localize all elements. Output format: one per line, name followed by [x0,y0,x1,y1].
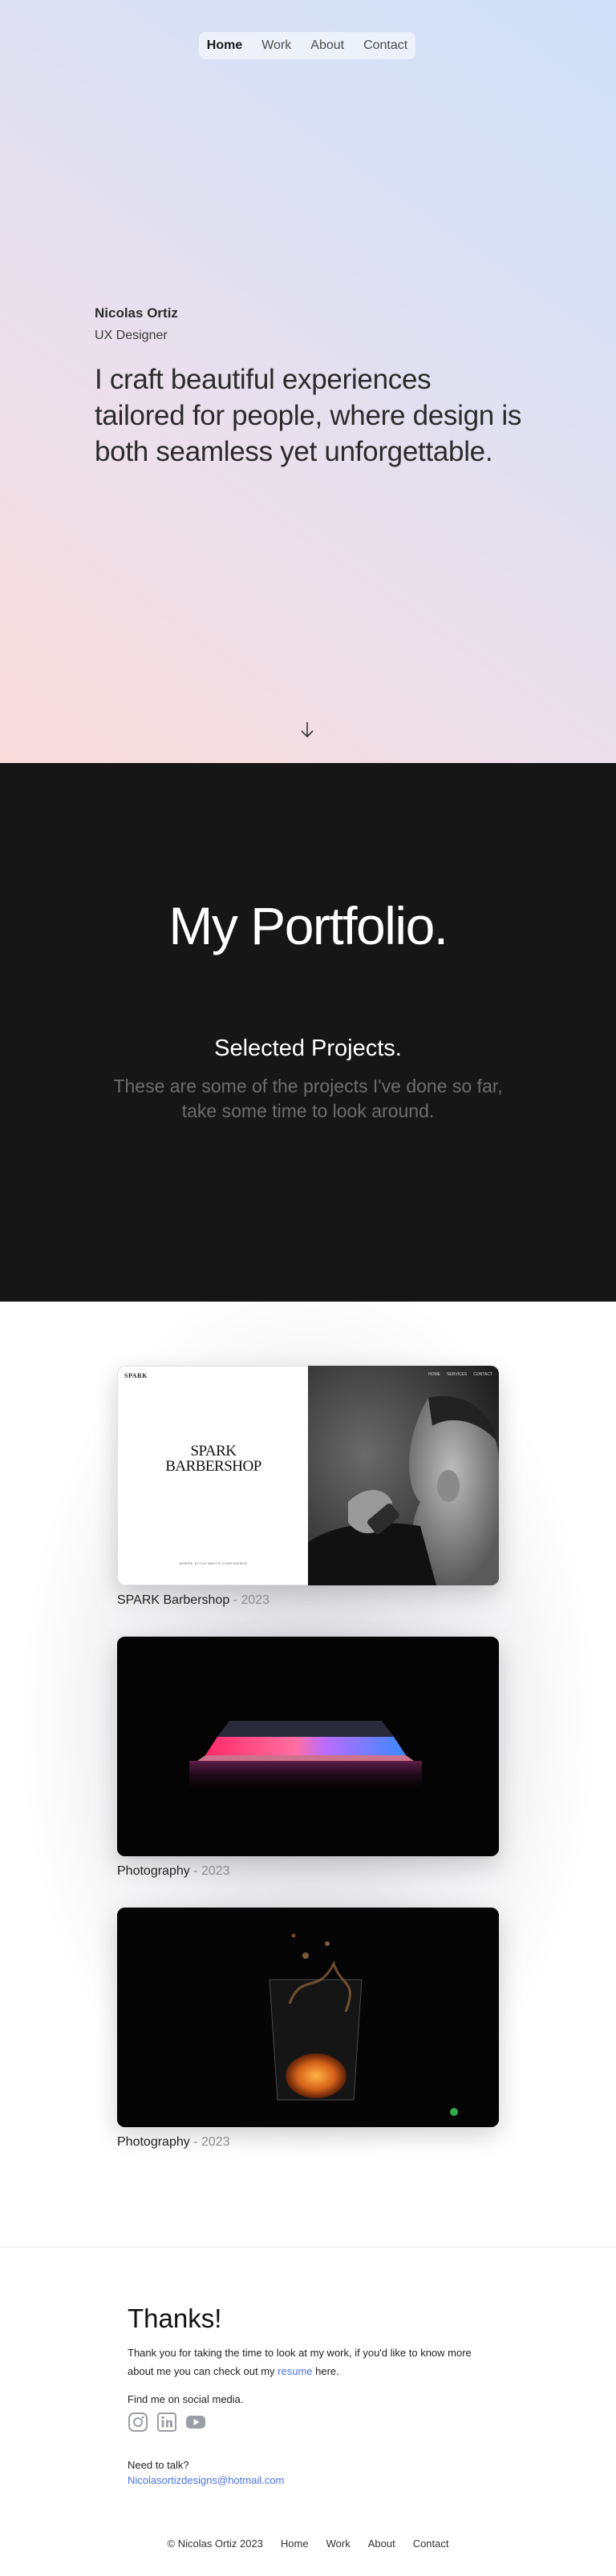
laptop-photo [117,1637,499,1856]
hero-role: UX Designer [95,329,168,342]
instagram-icon[interactable] [128,2412,148,2433]
project-card-photography-2[interactable] [117,1908,499,2127]
barber-photo: HOME SERVICES CONTACT [308,1366,499,1585]
hero-tagline: I craft beautiful experiences tailored f… [95,364,522,467]
portfolio-title: My Portfolio. [168,896,448,955]
nav-work[interactable]: Work [261,38,291,53]
thanks-section: Thanks! Thank you for taking the time to… [0,2247,616,2576]
contact-email-link[interactable]: Nicolasortizdesigns@hotmail.com [128,2474,284,2486]
project-caption-photography-2[interactable]: Photography - 2023 [117,2135,230,2150]
footer-link-work[interactable]: Work [326,2538,351,2550]
projects-section: SPARK SPARK BARBERSHOP WHERE STYLE MEETS… [0,1302,616,2247]
portfolio-intro-section: My Portfolio. Selected Projects. These a… [0,763,616,1302]
nav-about[interactable]: About [310,38,344,53]
footer-link-about[interactable]: About [368,2538,395,2550]
social-icons [128,2412,206,2433]
glass-photo [117,1908,499,2127]
thanks-body: Thank you for taking the time to look at… [128,2347,472,2377]
footer-copyright: © Nicolas Ortiz 2023 [167,2538,263,2550]
portfolio-subtitle: Selected Projects. [214,1036,402,1061]
top-nav: Home Work About Contact [199,32,415,59]
thanks-title: Thanks! [128,2303,222,2333]
project-caption-photography-1[interactable]: Photography - 2023 [117,1864,230,1879]
resume-link[interactable]: resume [278,2365,312,2377]
nav-contact[interactable]: Contact [363,38,407,53]
spark-heading: SPARK BARBERSHOP [165,1443,261,1475]
linkedin-icon[interactable] [156,2412,177,2433]
spark-logo: SPARK [124,1372,148,1379]
project-caption-spark[interactable]: SPARK Barbershop - 2023 [117,1593,270,1608]
footer: © Nicolas Ortiz 2023 Home Work About Con… [0,2538,616,2550]
spark-preview-left: SPARK SPARK BARBERSHOP WHERE STYLE MEETS… [117,1366,308,1585]
footer-link-home[interactable]: Home [281,2538,309,2550]
spark-tagline: WHERE STYLE MEETS CONFIDENCE [179,1561,248,1565]
talk-label: Need to talk? [128,2459,189,2471]
hero-section: Home Work About Contact Nicolas Ortiz UX… [0,0,616,763]
youtube-icon[interactable] [185,2412,206,2433]
hero-name: Nicolas Ortiz [95,305,178,321]
portfolio-description: These are some of the projects I've done… [113,1076,503,1121]
social-label: Find me on social media. [128,2393,244,2405]
project-card-spark[interactable]: SPARK SPARK BARBERSHOP WHERE STYLE MEETS… [117,1366,499,1585]
project-card-photography-1[interactable] [117,1637,499,1856]
nav-home[interactable]: Home [207,38,242,53]
footer-link-contact[interactable]: Contact [413,2538,449,2550]
spark-preview-menu: HOME SERVICES CONTACT [428,1372,492,1377]
arrow-down-icon[interactable] [299,720,315,739]
